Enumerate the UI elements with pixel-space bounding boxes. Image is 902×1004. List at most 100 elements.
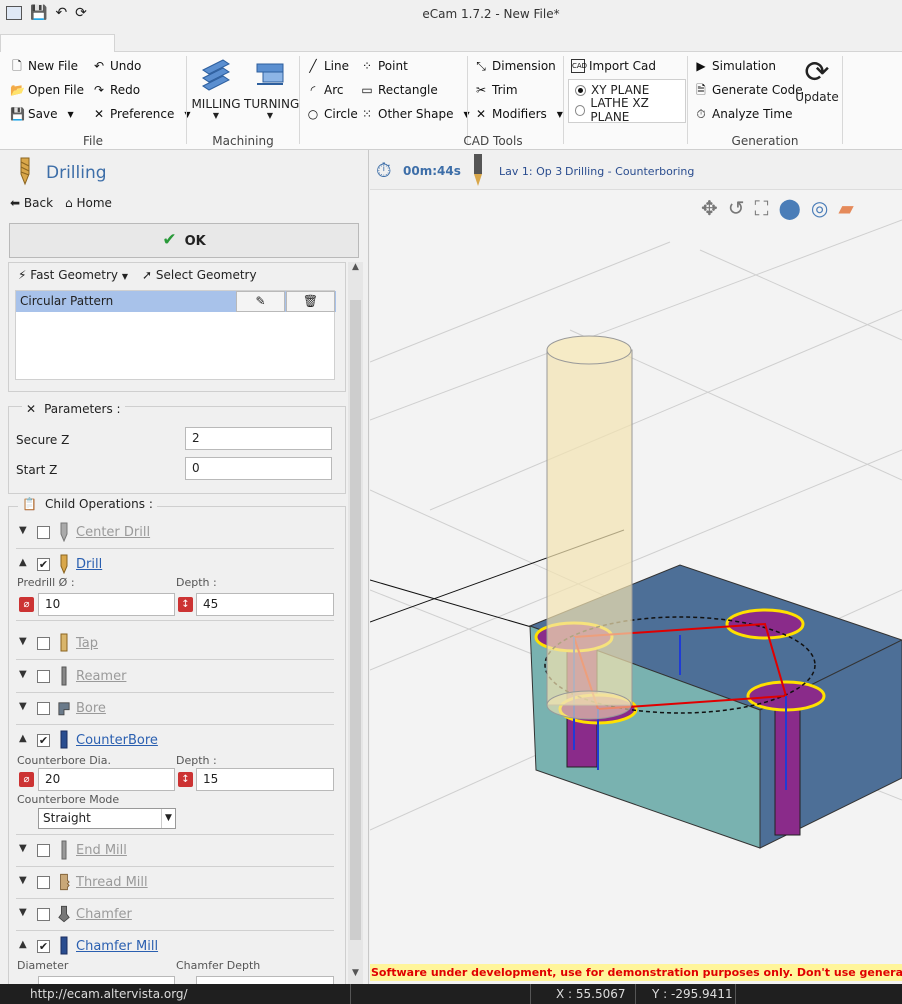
home-icon: ⌂ [65, 196, 73, 210]
fast-geometry-button[interactable]: ⚡ Fast Geometry ▼ [18, 268, 128, 282]
cursor-y: Y : -295.9411 [652, 987, 733, 1001]
select-geometry-button[interactable]: ➚ Select Geometry [142, 268, 257, 282]
tap-checkbox[interactable] [37, 637, 50, 650]
chamfer-link[interactable]: Chamfer [76, 907, 132, 922]
counterbore-link[interactable]: CounterBore [76, 733, 158, 748]
dimension-button[interactable]: ⤡ Dimension [474, 59, 556, 73]
chevron-down-icon[interactable]: ▼ [19, 701, 27, 712]
view-torus-icon[interactable]: ◎ [811, 196, 828, 220]
chamfer-mill-link[interactable]: Chamfer Mill [76, 939, 158, 954]
open-file-button[interactable]: 📂 Open File [10, 83, 84, 97]
chevron-down-icon[interactable]: ▼ [19, 669, 27, 680]
ribbon-home-tab[interactable] [0, 34, 115, 53]
child-op-bore: ▼ Bore [16, 693, 334, 725]
drill-link[interactable]: Drill [76, 557, 102, 572]
cad-tools-group-label: CAD Tools [463, 134, 523, 148]
back-button[interactable]: ⬅ Back [10, 196, 53, 210]
thread-mill-checkbox[interactable] [37, 876, 50, 889]
drill-icon [60, 554, 68, 574]
rectangle-button[interactable]: ▭ Rectangle [360, 83, 437, 97]
predrill-input[interactable]: 10 [38, 593, 175, 616]
bore-link[interactable]: Bore [76, 701, 106, 716]
milling-button[interactable]: MILLING ▼ [190, 58, 242, 120]
simulation-button[interactable]: ▶ Simulation [694, 59, 776, 73]
center-drill-checkbox[interactable] [37, 526, 50, 539]
fit-view-icon[interactable]: ⛶ [755, 196, 769, 220]
delete-button[interactable]: 🗑 [286, 291, 335, 312]
circle-button[interactable]: ○ Circle [306, 107, 358, 121]
reamer-link[interactable]: Reamer [76, 669, 126, 684]
status-url[interactable]: http://ecam.altervista.org/ [30, 987, 188, 1001]
rotate-icon[interactable]: ↺ [728, 196, 745, 220]
chevron-up-icon[interactable]: ▲ [19, 557, 27, 568]
modifiers-button[interactable]: ✕ Modifiers ▼ [474, 107, 563, 121]
view-mode-icon[interactable]: ▰ [838, 196, 853, 220]
elapsed-time: 00m:44s [403, 164, 461, 178]
dropdown-arrow-icon: ▼ [121, 272, 129, 281]
chevron-up-icon[interactable]: ▲ [19, 733, 27, 744]
scrollbar-thumb[interactable] [350, 300, 361, 940]
shaded-view-icon[interactable]: ⬤ [779, 196, 801, 220]
panel-scrollbar[interactable]: ▲ ▼ [348, 262, 363, 984]
import-cad-button[interactable]: CAD Import Cad [571, 59, 656, 73]
scroll-up-icon[interactable]: ▲ [348, 262, 363, 278]
line-button[interactable]: ╱ Line [306, 59, 349, 73]
clipboard-icon: 📋 [22, 497, 37, 511]
reamer-checkbox[interactable] [37, 670, 50, 683]
update-button[interactable]: ⟳ Update [794, 56, 840, 105]
chevron-down-icon: ▼ [161, 809, 175, 828]
counterbore-checkbox[interactable]: ✔ [37, 734, 50, 747]
point-button[interactable]: ⁘ Point [360, 59, 408, 73]
drill-depth-label: Depth : [176, 576, 217, 589]
arc-button[interactable]: ◜ Arc [306, 83, 344, 97]
3d-viewport[interactable]: ⏱ 00m:44s Lav 1: Op 3 Drilling - Counter… [370, 150, 902, 984]
lathe-xz-plane-radio[interactable]: LATHE XZ PLANE [569, 96, 685, 124]
thread-mill-link[interactable]: Thread Mill [76, 875, 148, 890]
home-button[interactable]: ⌂ Home [65, 196, 112, 210]
bore-checkbox[interactable] [37, 702, 50, 715]
chamfer-depth-input[interactable] [196, 976, 334, 984]
separator [350, 984, 351, 1004]
chevron-down-icon[interactable]: ▼ [19, 907, 27, 918]
new-file-button[interactable]: 🗋 New File [10, 59, 78, 73]
other-shape-button[interactable]: ⁙Other Shape▼ [360, 107, 470, 121]
pan-icon[interactable]: ✥ [701, 196, 718, 220]
depth-icon: ↕ [178, 772, 193, 787]
list-item[interactable]: Circular Pattern ✎ 🗑 [16, 291, 336, 312]
center-drill-link[interactable]: Center Drill [76, 525, 150, 540]
undo-button[interactable]: ↶ Undo [92, 59, 141, 73]
ok-button[interactable]: ✔ OK [9, 223, 359, 258]
end-mill-link[interactable]: End Mill [76, 843, 127, 858]
analyze-time-button[interactable]: ⏱ Analyze Time [694, 107, 792, 121]
chevron-down-icon[interactable]: ▼ [19, 875, 27, 886]
chamfer-mill-diameter-label: Diameter [17, 959, 69, 972]
save-button[interactable]: 💾 Save ▼ [10, 107, 74, 121]
redo-button[interactable]: ↷ Redo [92, 83, 140, 97]
secure-z-input[interactable]: 2 [185, 427, 332, 450]
separator [735, 984, 736, 1004]
drill-depth-input[interactable]: 45 [196, 593, 334, 616]
counterbore-dia-input[interactable]: 20 [38, 768, 175, 791]
chevron-down-icon[interactable]: ▼ [19, 636, 27, 647]
end-mill-checkbox[interactable] [37, 844, 50, 857]
chevron-down-icon[interactable]: ▼ [19, 843, 27, 854]
preference-button[interactable]: ✕ Preference ▼ [92, 107, 191, 121]
chevron-down-icon[interactable]: ▼ [19, 525, 27, 536]
chevron-up-icon[interactable]: ▲ [19, 939, 27, 950]
counterbore-depth-input[interactable]: 15 [196, 768, 334, 791]
scroll-down-icon[interactable]: ▼ [348, 968, 363, 984]
counterbore-mode-select[interactable]: Straight ▼ [38, 808, 176, 829]
chamfer-mill-diameter-input[interactable] [38, 976, 175, 984]
edit-button[interactable]: ✎ [236, 291, 285, 312]
generate-code-button[interactable]: 🗎 Generate Code [694, 83, 802, 97]
chamfer-mill-checkbox[interactable]: ✔ [37, 940, 50, 953]
turning-icon [256, 63, 284, 85]
chamfer-checkbox[interactable] [37, 908, 50, 921]
diameter-icon: ⌀ [19, 597, 34, 612]
drill-checkbox[interactable]: ✔ [37, 558, 50, 571]
start-z-input[interactable]: 0 [185, 457, 332, 480]
trim-button[interactable]: ✂ Trim [474, 83, 518, 97]
tap-link[interactable]: Tap [76, 636, 98, 651]
turning-button[interactable]: TURNING ▼ [244, 58, 299, 120]
child-op-center-drill: ▼ Center Drill [16, 517, 334, 549]
